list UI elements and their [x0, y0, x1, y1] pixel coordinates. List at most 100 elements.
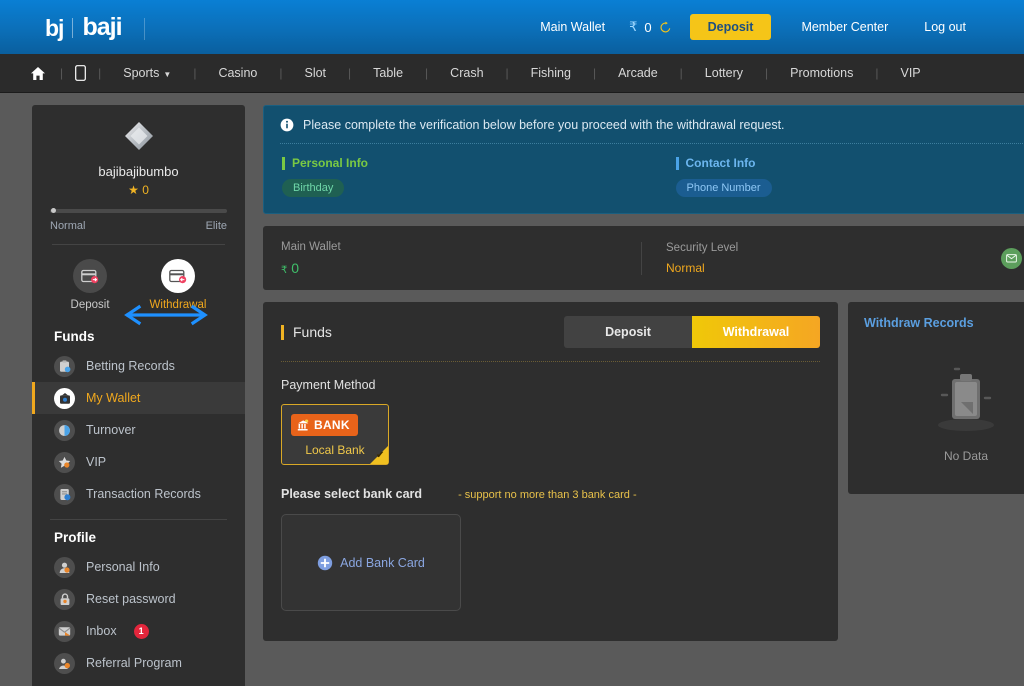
- nav-item-crash[interactable]: Crash: [428, 66, 505, 80]
- lock-icon: [54, 588, 75, 610]
- verification-message: Please complete the verification below b…: [303, 118, 785, 132]
- level-labels: Normal Elite: [50, 220, 227, 244]
- transaction-records-icon: [54, 483, 75, 505]
- nav-item-casino[interactable]: Casino: [196, 66, 279, 80]
- bank-building-icon: [297, 419, 309, 431]
- tab-withdrawal[interactable]: Withdrawal: [692, 316, 820, 348]
- funds-tab-toggle: Deposit Withdrawal: [564, 316, 820, 348]
- nav-item-fishing[interactable]: Fishing: [509, 66, 593, 80]
- security-level-label: Security Level: [666, 241, 739, 254]
- sidebar-section-title-profile: Profile: [54, 530, 97, 545]
- wallet-summary-strip: Main Wallet ₹ 0 Security Level Normal: [263, 226, 1024, 290]
- payment-method-label: Payment Method: [281, 378, 376, 392]
- top-header: bj baji Main Wallet ₹ 0 Deposit Member C…: [0, 0, 1024, 54]
- funds-divider: [281, 361, 820, 362]
- sidebar-item-label: Reset password: [86, 592, 176, 606]
- sidebar-item-betting-records[interactable]: Betting Records: [32, 350, 245, 382]
- funds-header: Funds Deposit Withdrawal: [281, 316, 820, 348]
- mail-verify-icon[interactable]: [1001, 247, 1022, 269]
- logout-link[interactable]: Log out: [906, 20, 984, 34]
- sidebar-item-personal-info[interactable]: Personal Info: [32, 551, 245, 583]
- verification-columns: Personal Info Birthday Contact Info Phon…: [280, 156, 1024, 197]
- nav-item-sports[interactable]: Sports ▼: [101, 66, 193, 80]
- main-wallet-amount: 0: [291, 259, 300, 276]
- header-deposit-button[interactable]: Deposit: [689, 14, 772, 40]
- sidebar-item-label: Turnover: [86, 423, 136, 437]
- sidebar-item-transaction-records[interactable]: Transaction Records: [32, 478, 245, 510]
- mail-icon: [54, 620, 75, 642]
- bank-badge-text: BANK: [314, 418, 350, 432]
- rupee-icon: ₹: [281, 264, 288, 276]
- turnover-icon: [54, 419, 75, 441]
- payment-method-name: Local Bank: [305, 443, 365, 457]
- funds-and-records-row: Funds Deposit Withdrawal Payment Method: [263, 302, 1024, 641]
- sidebar-item-label: VIP: [86, 455, 107, 469]
- sidebar-item-my-wallet[interactable]: My Wallet: [32, 382, 245, 414]
- sidebar-deposit-label: Deposit: [70, 299, 110, 311]
- nav-item-promotions[interactable]: Promotions: [768, 66, 875, 80]
- security-level-cell: Security Level Normal: [641, 241, 1001, 275]
- nav-mobile-button[interactable]: [63, 65, 98, 81]
- deposit-card-icon: [73, 259, 108, 293]
- nav-item-table[interactable]: Table: [351, 66, 425, 80]
- main-wallet-value: ₹ 0: [281, 260, 641, 276]
- withdraw-records-title: Withdraw Records: [864, 316, 974, 330]
- withdraw-records-empty-state: No Data: [864, 338, 1024, 463]
- site-logo[interactable]: bj baji: [25, 14, 145, 41]
- home-icon: [31, 66, 45, 80]
- nav-item-lottery[interactable]: Lottery: [683, 66, 765, 80]
- accent-bar-yellow: [281, 324, 284, 340]
- sidebar-item-vip[interactable]: VIP: [32, 446, 245, 478]
- accent-bar-green: [282, 156, 285, 170]
- nav-item-vip[interactable]: VIP: [879, 66, 943, 80]
- star-icon: ★: [128, 183, 139, 197]
- payment-method-local-bank[interactable]: BANK Local Bank ✔: [281, 404, 389, 465]
- contact-info-title: Contact Info: [685, 156, 756, 170]
- sidebar-item-label: My Wallet: [86, 391, 141, 405]
- add-bank-card-button[interactable]: Add Bank Card: [281, 514, 461, 611]
- sidebar-item-label: Referral Program: [86, 656, 182, 670]
- sidebar-deposit-action[interactable]: Deposit: [71, 259, 110, 311]
- nav-label: Sports: [123, 66, 160, 80]
- banner-divider: [280, 143, 1024, 144]
- main-navigation: | | Sports ▼ | Casino | Slot | Table | C…: [0, 54, 1024, 93]
- no-data-text: No Data: [943, 449, 989, 463]
- check-icon: ✔: [376, 450, 385, 461]
- withdrawal-card-icon: [160, 259, 195, 293]
- sidebar-item-turnover[interactable]: Turnover: [32, 414, 245, 446]
- nav-item-slot[interactable]: Slot: [282, 66, 348, 80]
- chevron-down-icon: ▼: [163, 69, 172, 79]
- verification-status-icons: [1001, 247, 1024, 269]
- personal-info-title: Personal Info: [292, 156, 369, 170]
- nav-item-arcade[interactable]: Arcade: [596, 66, 680, 80]
- header-balance-value: 0: [644, 19, 652, 35]
- tab-deposit[interactable]: Deposit: [564, 316, 692, 348]
- select-bank-card-hint: - support no more than 3 bank card -: [458, 489, 637, 501]
- select-bank-card-row: Please select bank card - support no mor…: [281, 487, 820, 501]
- verification-banner: Please complete the verification below b…: [263, 105, 1024, 214]
- chip-birthday[interactable]: Birthday: [282, 179, 345, 197]
- verification-personal-info: Personal Info Birthday: [280, 156, 674, 197]
- sidebar-item-inbox[interactable]: Inbox 1: [32, 615, 245, 647]
- main-content: Please complete the verification below b…: [245, 93, 1024, 686]
- verification-contact-info: Contact Info Phone Number: [674, 156, 1024, 197]
- header-main-wallet-label[interactable]: Main Wallet: [522, 20, 623, 34]
- refresh-icon[interactable]: [659, 21, 672, 34]
- nav-home-button[interactable]: [30, 66, 60, 81]
- chip-phone-number[interactable]: Phone Number: [675, 179, 772, 197]
- sidebar-item-referral-program[interactable]: Referral Program: [32, 647, 245, 679]
- member-center-link[interactable]: Member Center: [783, 20, 906, 34]
- sidebar-item-label: Transaction Records: [86, 487, 201, 501]
- mobile-icon: [75, 65, 87, 81]
- star-count: 0: [142, 183, 149, 197]
- logo-bj-text: bj: [45, 14, 64, 41]
- logo-divider: [72, 17, 74, 38]
- sidebar-item-reset-password[interactable]: Reset password: [32, 583, 245, 615]
- main-wallet-cell: Main Wallet ₹ 0: [281, 241, 641, 276]
- page-body: bajibajibumbo ★ 0 Normal Elite Deposit W…: [0, 93, 1024, 686]
- left-sidebar: bajibajibumbo ★ 0 Normal Elite Deposit W…: [32, 105, 245, 686]
- sidebar-withdrawal-action[interactable]: Withdrawal: [150, 259, 206, 311]
- referral-icon: [54, 652, 75, 674]
- logo-tail-divider: [143, 17, 145, 40]
- add-bank-card-label: Add Bank Card: [340, 555, 425, 570]
